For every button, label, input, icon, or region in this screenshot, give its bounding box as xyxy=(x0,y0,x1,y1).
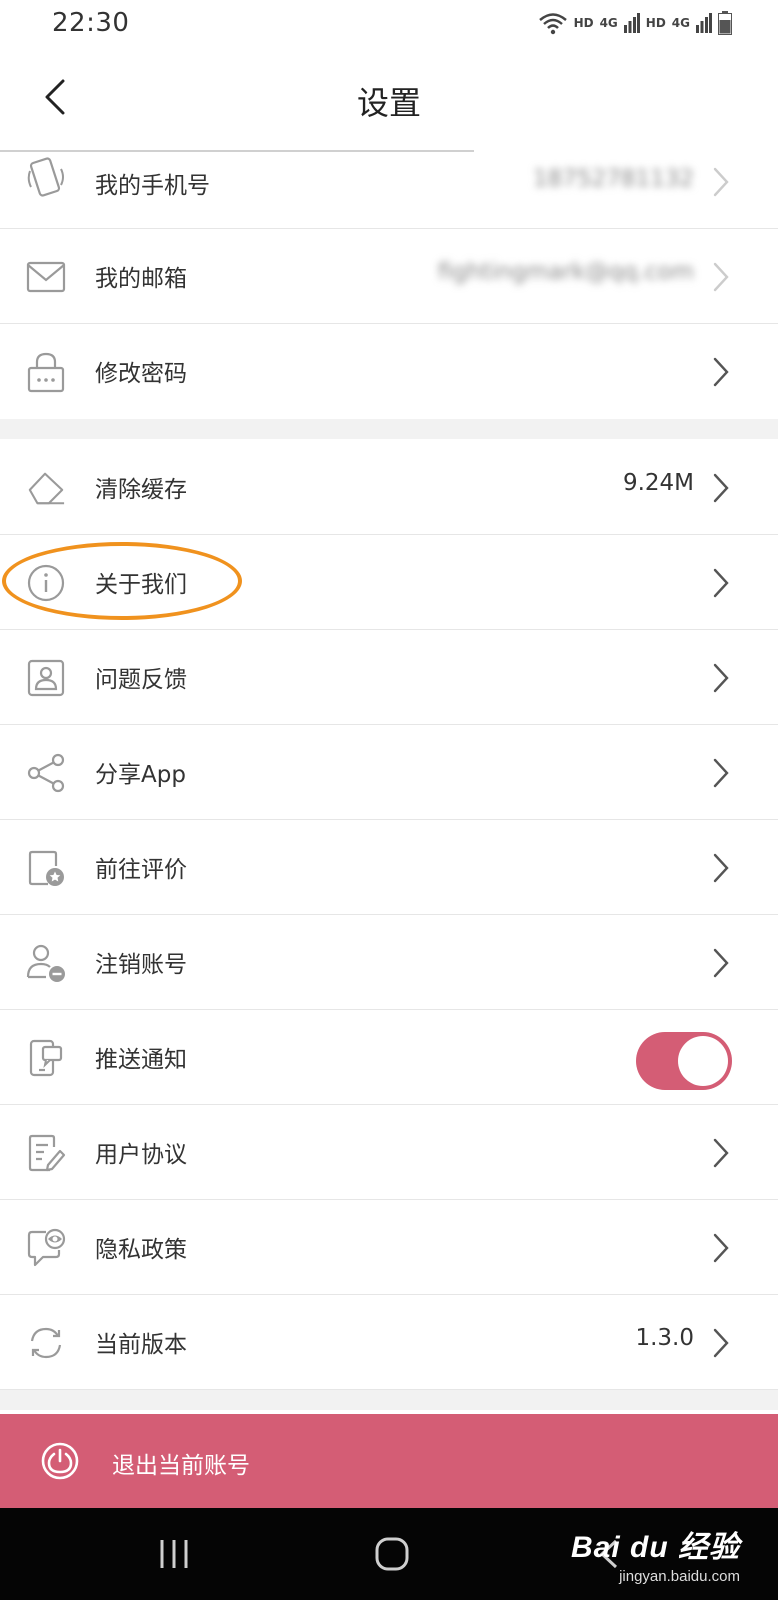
row-value: 18752781132 xyxy=(533,166,694,192)
logout-button[interactable]: 退出当前账号 xyxy=(0,1414,778,1508)
row-label: 我的邮箱 xyxy=(95,266,187,292)
settings-row-clear-cache[interactable]: 清除缓存 9.24M xyxy=(0,440,778,535)
account-section: 我的手机号 18752781132 我的邮箱 fightingmark@qq.c… xyxy=(0,152,778,439)
recent-apps-icon xyxy=(160,1540,188,1568)
info-icon xyxy=(26,563,66,603)
settings-row-deactivate-account[interactable]: 注销账号 xyxy=(0,915,778,1010)
row-label: 当前版本 xyxy=(95,1332,187,1358)
settings-row-user-agreement[interactable]: 用户协议 xyxy=(0,1105,778,1200)
chevron-right-icon xyxy=(713,1328,729,1358)
rate-icon xyxy=(26,848,66,888)
settings-row-feedback[interactable]: 问题反馈 xyxy=(0,630,778,725)
chevron-right-icon xyxy=(713,948,729,978)
privacy-icon xyxy=(26,1228,66,1268)
settings-row-rate[interactable]: 前往评价 xyxy=(0,820,778,915)
network-type: 4G xyxy=(599,16,618,30)
row-label: 隐私政策 xyxy=(95,1237,187,1263)
watermark-brand-text: Bai du 经验 xyxy=(570,1531,740,1564)
status-bar: 22:30 HD 4G HD 4G xyxy=(0,0,778,48)
settings-row-push-notifications: 推送通知 xyxy=(0,1010,778,1105)
nav-bar: 设置 xyxy=(0,48,778,152)
refresh-icon xyxy=(26,1323,66,1363)
status-icons: HD 4G HD 4G xyxy=(538,8,732,38)
feedback-icon xyxy=(26,658,66,698)
agreement-icon xyxy=(26,1133,66,1173)
chevron-right-icon xyxy=(713,663,729,693)
notification-icon xyxy=(26,1038,66,1078)
remove-user-icon xyxy=(26,943,66,983)
eraser-icon xyxy=(26,468,66,508)
chevron-right-icon xyxy=(713,853,729,883)
row-label: 推送通知 xyxy=(95,1047,187,1073)
page-title: 设置 xyxy=(356,84,421,122)
row-label: 我的手机号 xyxy=(95,173,210,199)
row-label: 用户协议 xyxy=(95,1142,187,1168)
power-icon xyxy=(41,1442,79,1480)
home-button[interactable] xyxy=(372,1532,412,1576)
settings-row-privacy-policy[interactable]: 隐私政策 xyxy=(0,1200,778,1295)
signal-icon xyxy=(696,13,712,33)
settings-section: 清除缓存 9.24M 关于我们 问题反馈 分享App 前往评价 注销账号 推送通… xyxy=(0,440,778,1410)
phone-icon xyxy=(26,157,66,200)
row-label: 注销账号 xyxy=(95,952,187,978)
settings-row-email[interactable]: 我的邮箱 fightingmark@qq.com xyxy=(0,229,778,324)
settings-row-change-password[interactable]: 修改密码 xyxy=(0,324,778,419)
signal-icon xyxy=(623,13,640,33)
push-notification-toggle[interactable] xyxy=(636,1032,732,1090)
share-icon xyxy=(26,753,66,793)
chevron-right-icon xyxy=(713,357,729,387)
chevron-right-icon xyxy=(713,262,729,292)
row-label: 清除缓存 xyxy=(95,477,187,503)
cache-size-value: 9.24M xyxy=(622,470,694,496)
row-label: 修改密码 xyxy=(95,361,187,387)
settings-row-current-version[interactable]: 当前版本 1.3.0 xyxy=(0,1295,778,1390)
network-type: 4G xyxy=(671,16,690,30)
hd-indicator: HD xyxy=(573,16,594,30)
status-time: 22:30 xyxy=(52,8,130,38)
watermark-url: jingyan.baidu.com xyxy=(619,1568,740,1585)
chevron-right-icon xyxy=(713,1138,729,1168)
chevron-right-icon xyxy=(713,568,729,598)
section-gap xyxy=(0,419,778,439)
settings-row-about-us[interactable]: 关于我们 xyxy=(0,535,778,630)
toggle-knob xyxy=(678,1036,728,1086)
row-label: 分享App xyxy=(95,762,186,788)
mail-icon xyxy=(26,257,66,297)
wifi-icon xyxy=(538,13,567,35)
lock-icon xyxy=(26,352,66,393)
row-label: 前往评价 xyxy=(95,857,187,883)
row-label: 关于我们 xyxy=(95,572,187,598)
watermark-brand: Bai du 经验 xyxy=(571,1522,740,1566)
hd-indicator: HD xyxy=(645,16,666,30)
logout-label: 退出当前账号 xyxy=(112,1453,250,1479)
chevron-right-icon xyxy=(713,1233,729,1263)
row-label: 问题反馈 xyxy=(95,667,187,693)
battery-icon xyxy=(718,11,732,35)
settings-row-share-app[interactable]: 分享App xyxy=(0,725,778,820)
baidu-jingyan-watermark: Bai du 经验 jingyan.baidu.com xyxy=(571,1522,740,1585)
chevron-right-icon xyxy=(713,473,729,503)
version-value: 1.3.0 xyxy=(635,1325,694,1351)
row-value: fightingmark@qq.com xyxy=(437,259,694,285)
chevron-right-icon xyxy=(713,758,729,788)
recent-apps-button[interactable] xyxy=(156,1532,192,1576)
home-icon xyxy=(375,1537,409,1571)
settings-row-phone[interactable]: 我的手机号 18752781132 xyxy=(0,152,778,229)
section-gap xyxy=(0,1390,778,1410)
chevron-right-icon xyxy=(713,167,729,197)
